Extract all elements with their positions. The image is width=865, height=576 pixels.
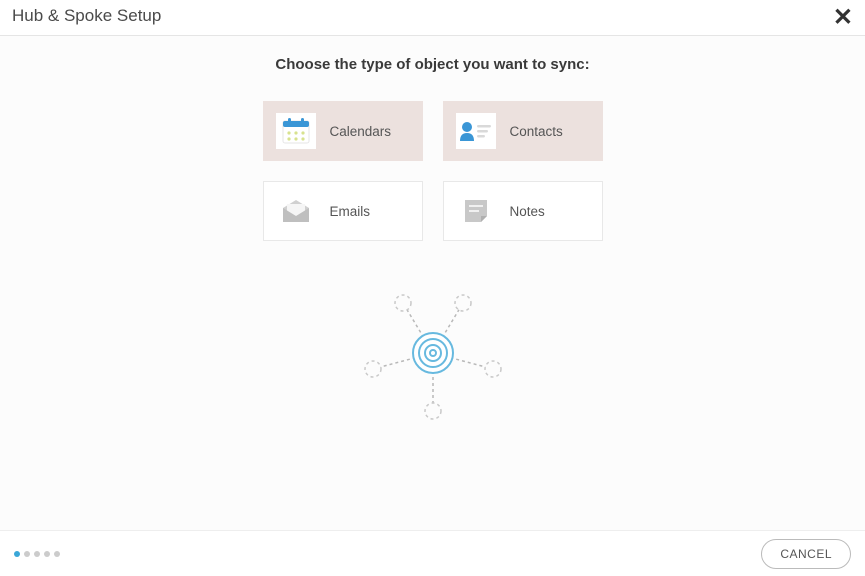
contact-icon bbox=[456, 113, 496, 149]
dialog-title: Hub & Spoke Setup bbox=[12, 6, 161, 26]
dialog-content: Choose the type of object you want to sy… bbox=[0, 36, 865, 421]
close-icon: ✕ bbox=[833, 4, 853, 31]
notes-icon bbox=[456, 193, 496, 229]
tile-emails[interactable]: Emails bbox=[263, 181, 423, 241]
close-button[interactable]: ✕ bbox=[833, 6, 853, 30]
tile-calendars[interactable]: Calendars bbox=[263, 101, 423, 161]
step-dot bbox=[24, 551, 30, 557]
step-dot bbox=[14, 551, 20, 557]
tile-label: Contacts bbox=[510, 124, 563, 139]
prompt-text: Choose the type of object you want to sy… bbox=[0, 56, 865, 73]
calendar-icon bbox=[276, 113, 316, 149]
dialog-header: Hub & Spoke Setup ✕ bbox=[0, 0, 865, 36]
cancel-button[interactable]: CANCEL bbox=[761, 539, 851, 569]
tile-contacts[interactable]: Contacts bbox=[443, 101, 603, 161]
tile-label: Emails bbox=[330, 204, 371, 219]
step-indicator bbox=[14, 551, 60, 557]
object-type-grid: Calendars Contacts bbox=[0, 101, 865, 241]
email-icon bbox=[276, 193, 316, 229]
tile-label: Calendars bbox=[330, 124, 392, 139]
tile-label: Notes bbox=[510, 204, 545, 219]
step-dot bbox=[44, 551, 50, 557]
hub-spoke-diagram bbox=[0, 291, 865, 421]
tile-notes[interactable]: Notes bbox=[443, 181, 603, 241]
dialog-footer: CANCEL bbox=[0, 530, 865, 576]
step-dot bbox=[54, 551, 60, 557]
step-dot bbox=[34, 551, 40, 557]
